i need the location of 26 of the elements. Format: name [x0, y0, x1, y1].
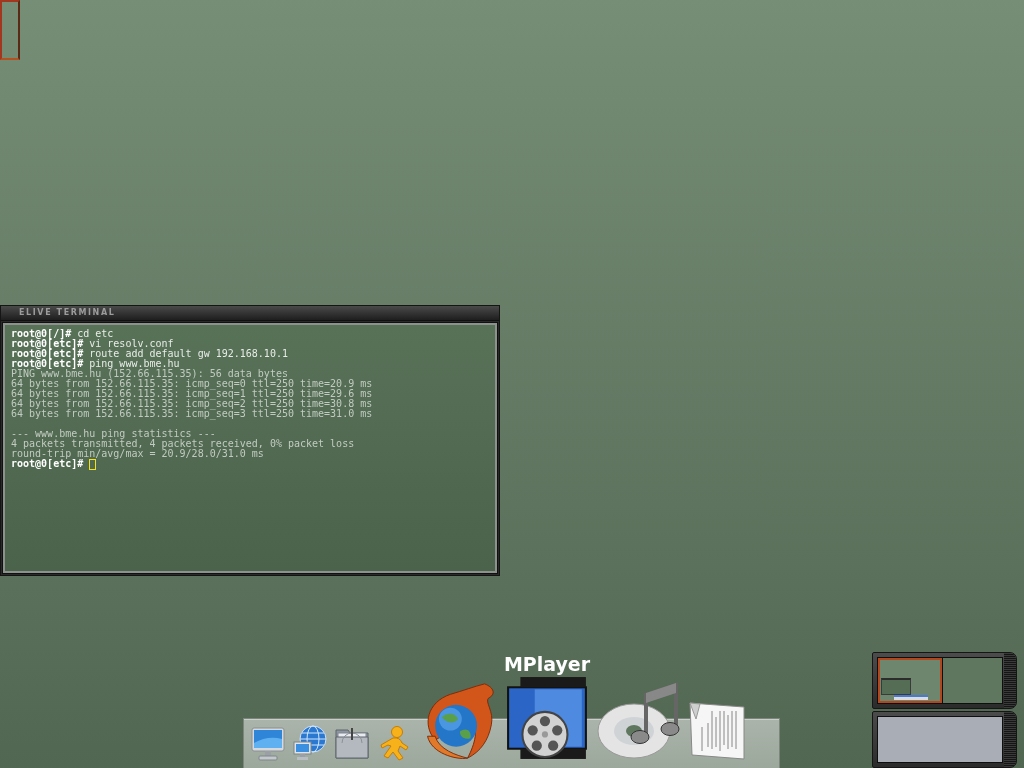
terminal-line: root@0[etc]# route add default gw 192.168.10.1	[11, 349, 288, 359]
folder-icon[interactable]	[334, 725, 370, 761]
terminal-line: 64 bytes from 152.66.115.35: icmp_seq=0 ttl=250 time=20.9 ms	[11, 379, 373, 389]
monitor-icon[interactable]	[250, 725, 286, 761]
grip-icon[interactable]	[1004, 653, 1016, 708]
terminal-line: root@0[etc]#	[11, 459, 84, 469]
terminal-line: PING www.bme.hu (152.66.115.35): 56 data bytes	[11, 369, 288, 379]
terminal-line: --- www.bme.hu ping statistics ---	[11, 429, 216, 439]
window-thumbnail	[881, 678, 911, 695]
terminal-line: root@0[etc]# vi resolv.conf	[11, 339, 174, 349]
terminal-line: 64 bytes from 152.66.115.35: icmp_seq=3 ttl=250 time=31.0 ms	[11, 409, 373, 419]
terminal-line: root@0[etc]# ping www.bme.hu	[11, 359, 180, 369]
desk-preview[interactable]	[878, 658, 942, 703]
terminal-line: root@0[/]# cd etc	[11, 329, 114, 339]
terminal-line: 64 bytes from 152.66.115.35: icmp_seq=2 ttl=250 time=30.8 ms	[11, 399, 373, 409]
terminal-line: round-trip min/avg/max = 20.9/28.0/31.0 ms	[11, 449, 264, 459]
film-reel-icon[interactable]	[504, 675, 590, 761]
app-label: MPlayer	[503, 653, 591, 675]
empty-frame	[0, 0, 20, 60]
globe-computer-icon[interactable]	[292, 725, 328, 761]
grip-icon[interactable]	[1004, 712, 1016, 767]
dock-thumbnail	[894, 695, 928, 700]
window-title: ELIVE TERMINAL	[19, 308, 116, 318]
desk-preview[interactable]	[942, 658, 1003, 703]
terminal-line: 4 packets transmitted, 4 packets received, 0% packet loss	[11, 439, 355, 449]
terminal-line: 64 bytes from 152.66.115.35: icmp_seq=1 ttl=250 time=29.6 ms	[11, 389, 373, 399]
